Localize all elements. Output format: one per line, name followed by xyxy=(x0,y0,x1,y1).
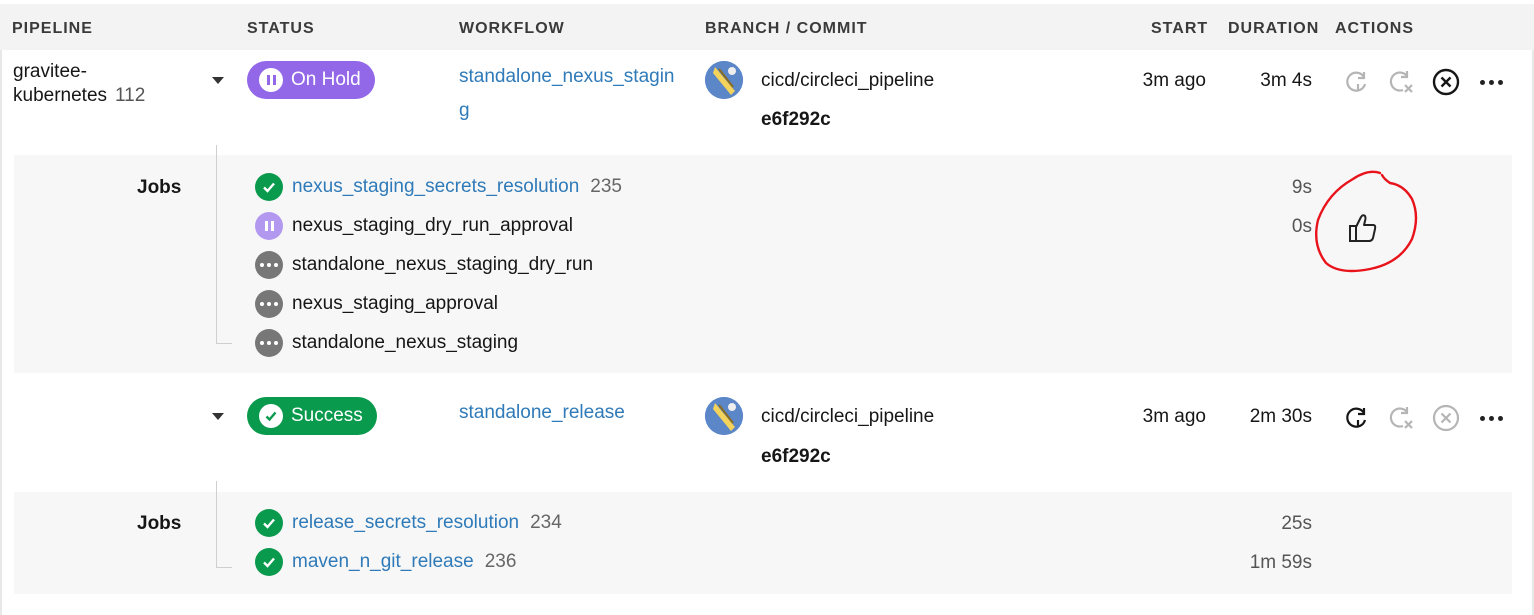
pipeline-name-line2: kubernetes xyxy=(13,85,108,106)
success-check-icon xyxy=(259,404,283,428)
commit-hash[interactable]: e6f292c xyxy=(761,446,831,468)
job-name: nexus_staging_dry_run_approval xyxy=(292,215,573,236)
duration: 3m 4s xyxy=(1260,70,1312,91)
job-name: standalone_nexus_staging_dry_run xyxy=(292,254,594,275)
job-row: nexus_staging_secrets_resolution 235 xyxy=(255,172,622,202)
success-check-icon xyxy=(255,509,283,537)
jobs-label: Jobs xyxy=(137,513,182,534)
workflow-name-line1: standalone_nexus_stagin xyxy=(459,66,675,87)
rerun-icon[interactable] xyxy=(1342,67,1372,97)
row-border-left xyxy=(0,50,2,615)
job-row: nexus_staging_approval xyxy=(255,289,498,319)
job-number: 234 xyxy=(530,512,562,533)
tree-line-end xyxy=(216,567,232,568)
tree-line-end xyxy=(216,343,232,344)
table-header: PIPELINE STATUS WORKFLOW BRANCH / COMMIT… xyxy=(0,0,1534,50)
job-row: release_secrets_resolution 234 xyxy=(255,508,562,538)
pause-icon xyxy=(259,68,283,92)
pipeline-number: 112 xyxy=(115,85,146,106)
branch-name: cicd/circleci_pipeline xyxy=(761,406,935,427)
jobs-label: Jobs xyxy=(137,177,182,198)
job-name: standalone_nexus_staging xyxy=(292,332,519,353)
start-time: 3m ago xyxy=(1142,70,1206,91)
job-link[interactable]: release_secrets_resolution xyxy=(292,512,519,534)
cancel-icon[interactable] xyxy=(1431,403,1461,433)
pause-icon xyxy=(255,212,283,240)
start-time: 3m ago xyxy=(1142,406,1206,427)
job-row: maven_n_git_release 236 xyxy=(255,547,516,577)
pipeline-name: gravitee- kubernetes 112 xyxy=(13,60,145,108)
duration: 2m 30s xyxy=(1249,406,1312,427)
workflow-link-standalone-release[interactable]: standalone_release xyxy=(459,396,625,430)
job-link[interactable]: maven_n_git_release xyxy=(292,551,474,573)
status-label: Success xyxy=(291,405,363,426)
rerun-failed-icon[interactable] xyxy=(1386,403,1416,433)
header-workflow: WORKFLOW xyxy=(459,20,565,37)
workflow-name-line2: g xyxy=(459,100,470,121)
job-link[interactable]: nexus_staging_secrets_resolution xyxy=(292,176,579,198)
job-number: 235 xyxy=(590,176,622,197)
tree-line xyxy=(216,481,217,567)
rerun-icon[interactable] xyxy=(1342,403,1372,433)
job-duration: 0s xyxy=(1291,216,1312,237)
job-row: standalone_nexus_staging_dry_run xyxy=(255,250,593,280)
pending-dots-icon xyxy=(255,251,283,279)
header-actions: ACTIONS xyxy=(1335,20,1414,37)
more-icon[interactable] xyxy=(1476,67,1506,97)
pending-dots-icon xyxy=(255,290,283,318)
header-status: STATUS xyxy=(247,20,315,37)
expand-workflow-1-chevron-icon[interactable] xyxy=(212,77,224,84)
status-badge-success[interactable]: Success xyxy=(247,397,377,435)
header-start: START xyxy=(1151,20,1209,37)
job-duration: 1m 59s xyxy=(1249,552,1312,573)
status-label: On Hold xyxy=(291,69,361,90)
tree-line xyxy=(216,145,217,343)
job-row: nexus_staging_dry_run_approval xyxy=(255,211,573,241)
header-branch-commit: BRANCH / COMMIT xyxy=(705,20,868,37)
job-name: nexus_staging_approval xyxy=(292,293,498,314)
job-duration: 25s xyxy=(1281,513,1312,534)
pending-dots-icon xyxy=(255,329,283,357)
success-check-icon xyxy=(255,548,283,576)
rerun-failed-icon[interactable] xyxy=(1386,67,1416,97)
avatar xyxy=(705,61,743,99)
header-pipeline: PIPELINE xyxy=(12,20,93,37)
job-row: standalone_nexus_staging xyxy=(255,328,518,358)
cancel-icon[interactable] xyxy=(1431,67,1461,97)
avatar xyxy=(705,397,743,435)
pipeline-name-line1: gravitee- xyxy=(13,61,87,82)
workflow-link-standalone-nexus-staging[interactable]: standalone_nexus_stagin g xyxy=(459,60,675,128)
expand-workflow-2-chevron-icon[interactable] xyxy=(212,413,224,420)
annotation-circle xyxy=(1315,170,1418,273)
branch-name: cicd/circleci_pipeline xyxy=(761,70,935,91)
jobs-panel-2 xyxy=(14,492,1512,594)
more-icon[interactable] xyxy=(1476,403,1506,433)
header-duration: DURATION xyxy=(1228,20,1320,37)
commit-hash[interactable]: e6f292c xyxy=(761,109,831,131)
success-check-icon xyxy=(255,173,283,201)
job-number: 236 xyxy=(484,551,517,572)
job-duration: 9s xyxy=(1291,177,1312,198)
status-badge-on-hold[interactable]: On Hold xyxy=(247,61,375,99)
